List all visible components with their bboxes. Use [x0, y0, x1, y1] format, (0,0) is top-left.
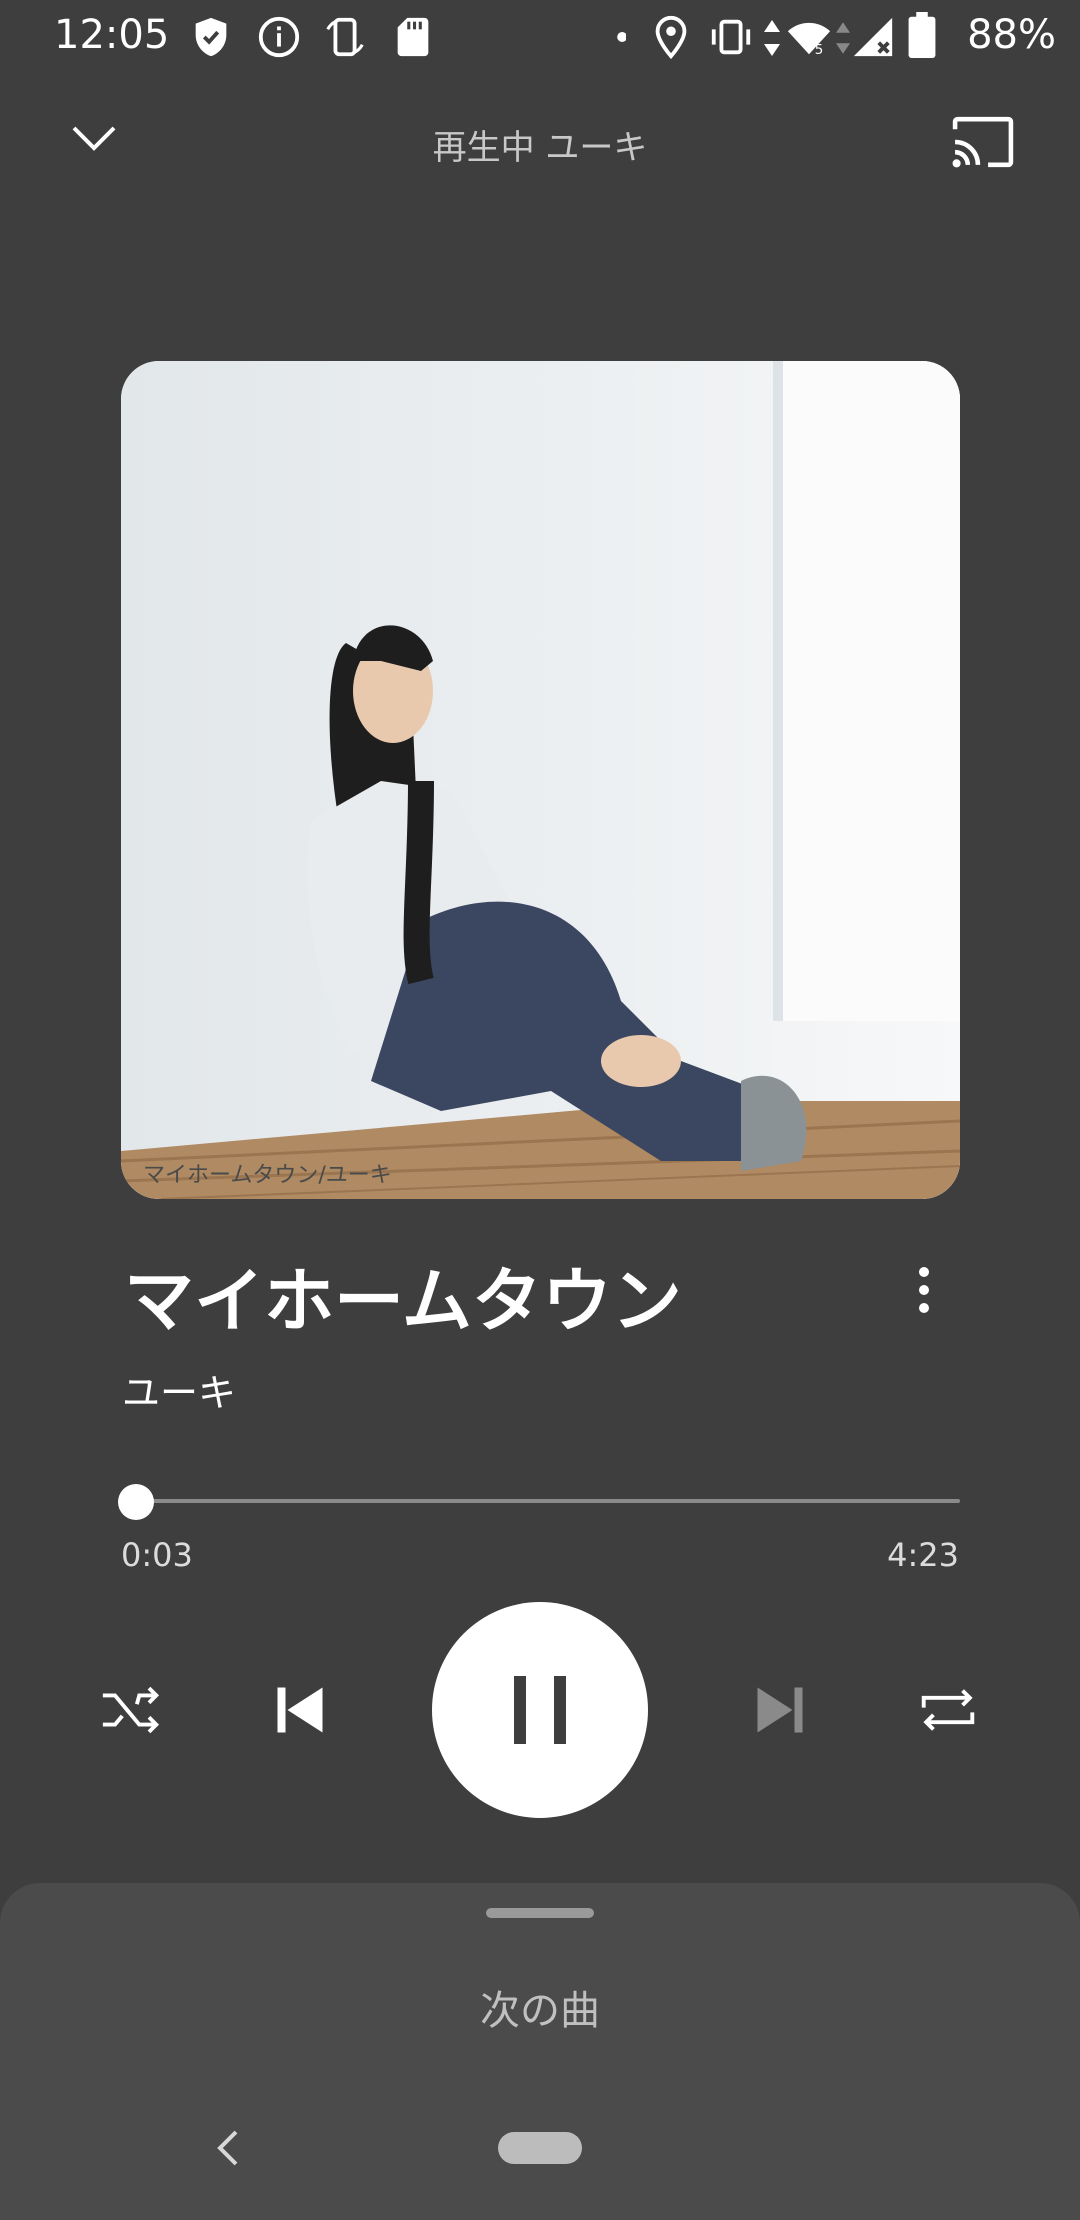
skip-previous-icon [277, 1687, 323, 1733]
track-title: マイホームタウン [124, 1260, 682, 1342]
wifi-icon: 5 [787, 22, 831, 58]
skip-next-icon [757, 1687, 803, 1733]
status-time: 12:05 [54, 12, 170, 58]
shuffle-icon [102, 1686, 160, 1734]
album-caption: マイホームタウン/ユーキ [143, 1163, 392, 1188]
now-playing-title: 再生中 ユーキ [432, 128, 648, 168]
nav-home-pill[interactable] [498, 2132, 582, 2164]
shield-check-icon [195, 17, 227, 57]
signal-icon [853, 17, 893, 57]
repeat-button[interactable] [908, 1672, 988, 1748]
repeat-icon [921, 1689, 975, 1731]
elapsed-time: 0:03 [121, 1536, 193, 1574]
back-arrow-icon [217, 2130, 238, 2166]
more-vert-icon [919, 1267, 929, 1313]
up-next-label[interactable]: 次の曲 [0, 1978, 1080, 2036]
nav-back-button[interactable] [208, 2126, 248, 2170]
screen-rotate-icon [326, 17, 364, 57]
album-art: マイホームタウン/ユーキ [121, 361, 960, 1199]
shuffle-button[interactable] [92, 1672, 172, 1748]
cast-button[interactable] [950, 114, 1016, 170]
battery-percent: 88% [967, 12, 1056, 58]
dot-icon [617, 32, 626, 42]
data-arrows-icon [836, 22, 850, 54]
location-icon [655, 15, 687, 60]
sd-card-icon [397, 17, 429, 57]
up-next-sheet[interactable] [0, 1883, 1080, 2220]
track-artist[interactable]: ユーキ [122, 1362, 236, 1417]
next-button[interactable] [740, 1672, 820, 1748]
progress-thumb[interactable] [118, 1484, 155, 1520]
album-photo [121, 361, 960, 1199]
total-time: 4:23 [887, 1536, 959, 1574]
more-options-button[interactable] [902, 1262, 946, 1318]
sheet-drag-handle[interactable] [486, 1908, 594, 1918]
battery-icon [908, 12, 936, 58]
status-bar: 12:05 5 88% [0, 0, 1080, 72]
pause-icon [514, 1676, 566, 1744]
progress-track[interactable] [127, 1499, 960, 1503]
pause-button[interactable] [432, 1602, 648, 1818]
previous-button[interactable] [260, 1672, 340, 1748]
data-arrows-icon [764, 20, 780, 56]
cast-icon [952, 116, 1014, 168]
svg-text:5: 5 [815, 43, 824, 58]
info-icon [258, 16, 300, 58]
vibrate-icon [711, 19, 751, 55]
